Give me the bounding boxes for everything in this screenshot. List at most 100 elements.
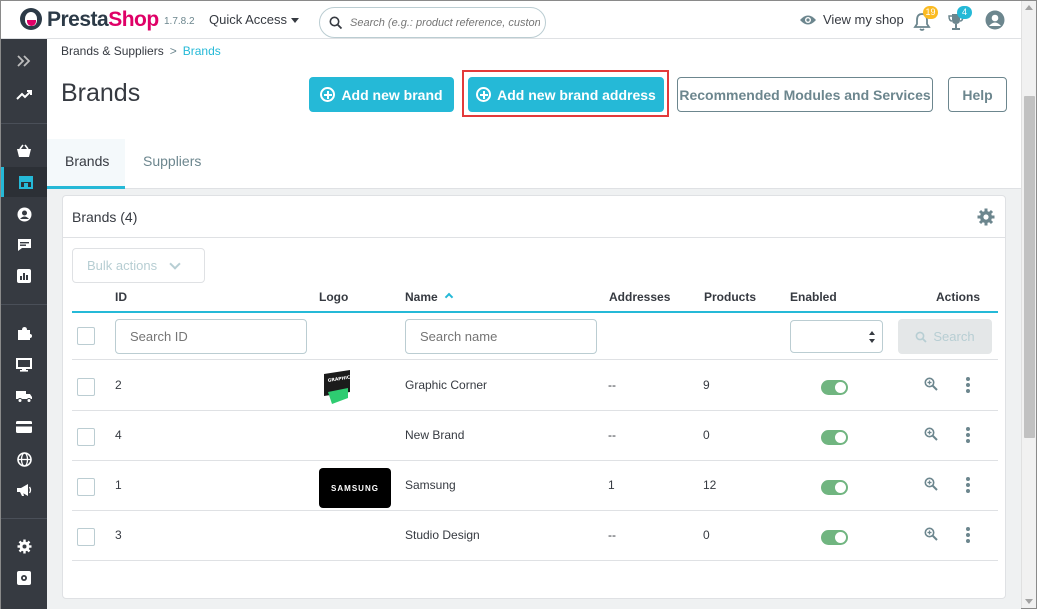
recommended-modules-button[interactable]: Recommended Modules and Services — [677, 77, 933, 112]
quick-access-dropdown[interactable]: Quick Access — [209, 12, 300, 27]
sidebar-divider — [1, 304, 47, 305]
column-header-enabled[interactable]: Enabled — [790, 290, 837, 304]
marketing-megaphone-icon — [17, 484, 32, 496]
row-checkbox[interactable] — [77, 528, 95, 546]
sidebar-item-modules[interactable] — [1, 318, 47, 348]
table-row: 3 Studio Design -- 0 — [72, 511, 998, 561]
bulk-actions-dropdown[interactable]: Bulk actions — [72, 248, 205, 283]
add-new-brand-button[interactable]: Add new brand — [309, 77, 454, 112]
bulk-actions-label: Bulk actions — [87, 258, 158, 273]
cell-name: New Brand — [405, 428, 465, 442]
cell-addresses: 1 — [608, 478, 615, 492]
filter-search-label: Search — [933, 329, 975, 344]
top-header: PrestaShop 1.7.8.2 Quick Access View my … — [1, 1, 1021, 39]
tab-brands[interactable]: Brands — [47, 139, 125, 189]
sidebar-item-international[interactable] — [1, 444, 47, 474]
more-actions-icon[interactable] — [966, 477, 970, 493]
stats-trend-icon — [16, 90, 32, 100]
column-header-name[interactable]: Name — [405, 290, 453, 304]
sidebar-item-orders[interactable] — [1, 136, 47, 166]
logo-text-main: Presta — [47, 8, 109, 31]
sort-ascending-icon[interactable] — [444, 292, 453, 302]
quick-access-label: Quick Access — [209, 12, 288, 27]
grid-title: Brands (4) — [72, 209, 138, 225]
tab-suppliers[interactable]: Suppliers — [125, 139, 219, 189]
filter-enabled-select[interactable] — [790, 320, 883, 353]
more-actions-icon[interactable] — [966, 377, 970, 393]
page-header: Brands & Suppliers > Brands Brands Add new… — [47, 39, 1021, 189]
help-label: Help — [962, 86, 993, 103]
sidebar-item-dashboard[interactable] — [1, 80, 47, 110]
filter-id-input[interactable] — [115, 319, 307, 354]
sidebar-item-advanced-settings[interactable] — [1, 563, 47, 593]
filter-name-input[interactable] — [405, 319, 597, 354]
help-button[interactable]: Help — [948, 77, 1007, 112]
column-header-products[interactable]: Products — [704, 290, 756, 304]
enabled-toggle[interactable] — [821, 430, 848, 445]
header-search[interactable] — [319, 7, 546, 38]
header-search-input[interactable] — [350, 14, 540, 32]
sidebar-collapse-button[interactable] — [1, 46, 47, 76]
view-zoom-icon[interactable] — [924, 477, 938, 491]
scroll-thumb[interactable] — [1024, 96, 1035, 438]
view-zoom-icon[interactable] — [924, 427, 938, 441]
more-actions-icon[interactable] — [966, 527, 970, 543]
row-checkbox[interactable] — [77, 428, 95, 446]
employee-avatar-icon[interactable] — [985, 10, 1005, 30]
breadcrumb-current[interactable]: Brands — [183, 44, 221, 58]
sidebar-item-messages[interactable] — [1, 230, 47, 260]
cell-id: 2 — [115, 378, 122, 392]
more-actions-icon[interactable] — [966, 427, 970, 443]
row-checkbox[interactable] — [77, 378, 95, 396]
brands-grid-card: Brands (4) Bulk actions ID Logo Name Add… — [62, 195, 1006, 599]
chevron-down-icon — [169, 257, 181, 270]
enabled-toggle[interactable] — [821, 480, 848, 495]
cell-name: Samsung — [405, 478, 456, 492]
enabled-toggle[interactable] — [821, 380, 848, 395]
breadcrumb-parent-link[interactable]: Brands & Suppliers — [61, 44, 164, 58]
sidebar-item-marketing[interactable] — [1, 475, 47, 505]
grid-header: Brands (4) — [63, 196, 1005, 238]
sidebar-item-shipping[interactable] — [1, 381, 47, 411]
plus-circle-icon — [476, 87, 492, 102]
cell-products: 9 — [703, 378, 710, 392]
view-zoom-icon[interactable] — [924, 527, 938, 541]
cell-id: 4 — [115, 428, 122, 442]
filter-search-button[interactable]: Search — [898, 319, 992, 354]
international-globe-icon — [16, 451, 32, 467]
sidebar-item-catalog[interactable] — [1, 167, 47, 197]
customers-count-badge: 4 — [957, 6, 972, 19]
enabled-toggle[interactable] — [821, 530, 848, 545]
column-header-id[interactable]: ID — [115, 290, 127, 304]
page-scrollbar[interactable] — [1021, 1, 1036, 608]
filter-row: Search — [72, 313, 998, 360]
view-zoom-icon[interactable] — [924, 377, 938, 391]
customers-icon — [17, 207, 31, 221]
modules-puzzle-icon — [17, 326, 32, 340]
cell-products: 0 — [703, 528, 710, 542]
design-monitor-icon — [16, 358, 32, 372]
prestashop-logo-icon[interactable] — [20, 8, 42, 30]
scroll-up-arrow-icon[interactable] — [1025, 5, 1033, 10]
sidebar-item-design[interactable] — [1, 350, 47, 380]
customers-notification-button[interactable]: 4 — [947, 6, 972, 32]
stats-icon — [17, 269, 31, 283]
orders-notification-button[interactable]: 19 — [913, 6, 938, 32]
view-my-shop-link[interactable]: View my shop — [799, 12, 904, 27]
scroll-down-arrow-icon[interactable] — [1025, 599, 1033, 604]
payment-card-icon — [16, 421, 32, 433]
sidebar-item-payment[interactable] — [1, 412, 47, 442]
select-all-checkbox[interactable] — [77, 327, 95, 345]
column-header-actions: Actions — [936, 290, 981, 304]
row-checkbox[interactable] — [77, 478, 95, 496]
column-header-addresses[interactable]: Addresses — [609, 290, 670, 304]
caret-down-icon — [291, 18, 300, 24]
prestashop-logo-text[interactable]: PrestaShop — [47, 8, 159, 32]
add-new-brand-address-button[interactable]: Add new brand address — [468, 77, 664, 112]
sidebar-item-settings[interactable] — [1, 531, 47, 561]
column-header-name-label: Name — [405, 290, 438, 304]
cell-name: Graphic Corner — [405, 378, 488, 392]
sidebar-item-stats[interactable] — [1, 261, 47, 291]
gear-icon[interactable] — [977, 208, 995, 226]
sidebar-item-customers[interactable] — [1, 199, 47, 229]
